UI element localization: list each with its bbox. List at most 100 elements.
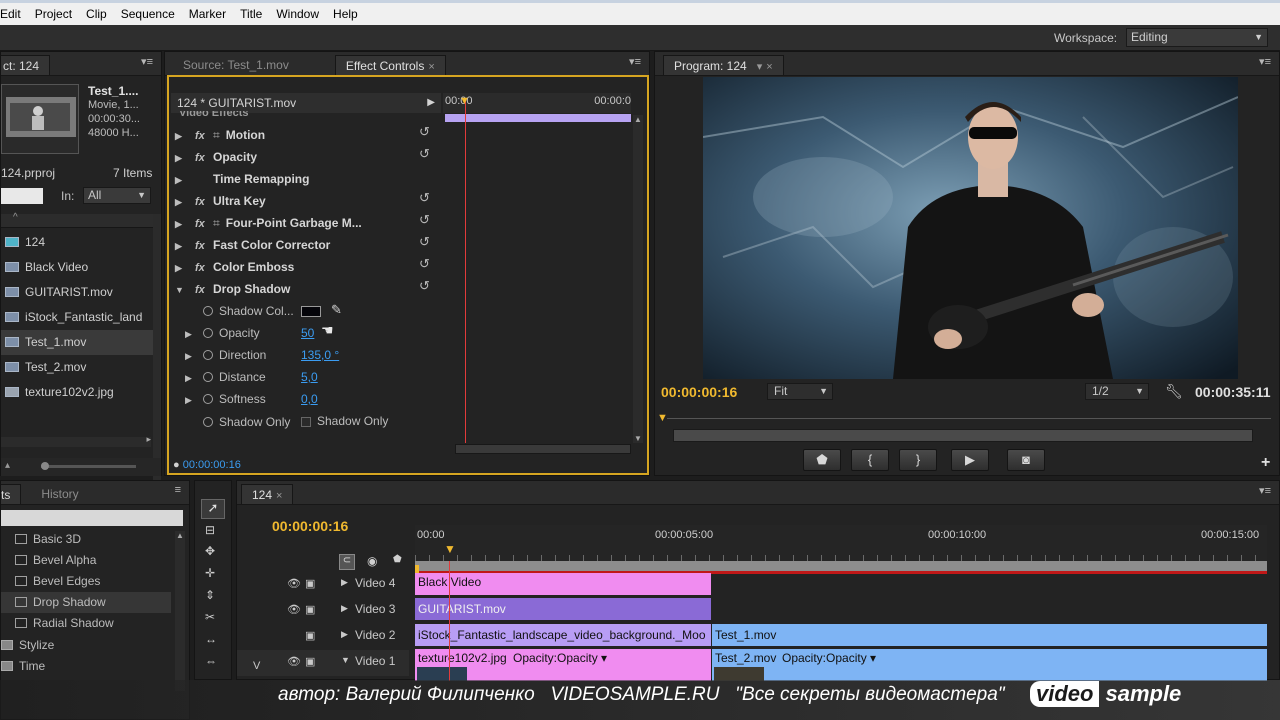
tab-effect-controls[interactable]: Effect Controls ×	[334, 55, 446, 75]
list-item[interactable]: Test_2.mov	[1, 355, 153, 380]
reset-icon[interactable]: ↺	[419, 212, 430, 228]
list-item[interactable]: Radial Shadow	[1, 613, 114, 634]
panel-menu-icon[interactable]: ▾≡	[629, 55, 641, 68]
add-button-icon[interactable]: +	[1261, 454, 1270, 472]
stopwatch-icon[interactable]	[203, 328, 213, 338]
expand-icon[interactable]: ▶	[341, 603, 348, 614]
list-item[interactable]: GUITARIST.mov	[1, 280, 153, 305]
menu-window[interactable]: Window	[269, 7, 326, 21]
clip-texture-fx[interactable]: Opacity:Opacity ▾	[513, 649, 607, 667]
clip-test2[interactable]: Test_2.mov Opacity:Opacity ▾	[712, 649, 1267, 681]
effect-row-motion[interactable]: ▶ fx ⌗ Motion	[171, 124, 265, 146]
effect-row-opacity[interactable]: ▶ fx Opacity	[171, 146, 257, 168]
clip-guitarist[interactable]: GUITARIST.mov	[415, 598, 711, 620]
reset-icon[interactable]: ↺	[419, 124, 430, 140]
add-marker-button[interactable]: ⬟	[803, 449, 841, 471]
clip-test1[interactable]: Test_1.mov	[712, 624, 1267, 646]
clip-istock[interactable]: iStock_Fantastic_landscape_video_backgro…	[415, 624, 711, 646]
effect-row-drop-shadow[interactable]: ▼ fx Drop Shadow	[171, 278, 290, 300]
expand-icon[interactable]: ▶	[185, 367, 197, 389]
expand-icon[interactable]: ▶	[341, 577, 348, 588]
zoom-out-icon[interactable]: ▴	[5, 460, 10, 471]
reset-icon[interactable]: ↺	[419, 190, 430, 206]
expand-icon[interactable]: ▶	[175, 147, 187, 169]
panel-menu-icon[interactable]: ▾≡	[1259, 484, 1271, 497]
clip-test2-fx[interactable]: Opacity:Opacity ▾	[782, 649, 876, 667]
ec-time-ruler[interactable]: 00:00 00:00:0	[443, 93, 631, 113]
expand-icon[interactable]: ▶	[185, 323, 197, 345]
eye-icon[interactable]: 👁︎	[287, 577, 301, 590]
fx-icon[interactable]: fx	[195, 125, 213, 147]
timeline-playhead-icon[interactable]: ▼	[444, 542, 456, 556]
shadow-only-checkbox[interactable]	[301, 417, 311, 427]
tab-history[interactable]: History	[31, 484, 88, 504]
menu-sequence[interactable]: Sequence	[114, 7, 182, 21]
menu-title[interactable]: Title	[233, 7, 269, 21]
menu-marker[interactable]: Marker	[182, 7, 233, 21]
close-icon[interactable]: ×	[766, 61, 772, 73]
scroll-down-icon[interactable]: ▼	[634, 434, 642, 443]
marker-icon[interactable]: ⬟	[393, 554, 402, 565]
panel-menu-icon[interactable]: ▾≡	[141, 55, 153, 68]
in-select[interactable]: All ▼	[83, 187, 151, 204]
program-video-frame[interactable]	[703, 77, 1238, 379]
expand-icon[interactable]: ▶	[341, 629, 348, 640]
stopwatch-icon[interactable]	[203, 372, 213, 382]
target-track-icon[interactable]: V	[253, 660, 260, 672]
stopwatch-icon[interactable]	[203, 350, 213, 360]
tab-project[interactable]: ct: 124	[1, 55, 51, 75]
film-icon[interactable]: ▣	[305, 577, 315, 590]
list-item-selected[interactable]: Drop Shadow	[1, 592, 171, 613]
direction-value[interactable]: 135,0 °	[301, 348, 339, 362]
expand-icon[interactable]: ▶	[185, 345, 197, 367]
tab-source[interactable]: Source: Test_1.mov	[173, 55, 299, 75]
program-time-ruler[interactable]	[667, 418, 1271, 419]
mark-out-button[interactable]: }	[899, 449, 937, 471]
play-button[interactable]: ▶	[951, 449, 989, 471]
reset-icon[interactable]: ↺	[419, 146, 430, 162]
stopwatch-icon[interactable]	[203, 417, 213, 427]
shadow-color-swatch[interactable]	[301, 306, 321, 317]
scroll-right-icon[interactable]: ▸	[146, 434, 151, 445]
list-item[interactable]: Bevel Edges	[1, 571, 100, 592]
ripple-edit-tool-icon[interactable]: ✥	[205, 544, 215, 558]
timeline-timecode[interactable]: 00:00:00:16	[272, 518, 348, 534]
expand-icon[interactable]: ▶	[175, 169, 187, 191]
expand-icon[interactable]: ▶	[175, 125, 187, 147]
horizontal-scrollbar[interactable]: ▸	[1, 434, 151, 447]
slip-tool-icon[interactable]: ↔	[205, 632, 217, 646]
list-item[interactable]: texture102v2.jpg	[1, 380, 153, 405]
film-icon[interactable]: ▣	[305, 629, 315, 642]
menu-project[interactable]: Project	[28, 7, 79, 21]
resolution-select[interactable]: 1/2 ▼	[1085, 383, 1149, 400]
zoom-slider[interactable]	[41, 465, 136, 468]
ec-playhead-icon[interactable]: ▼	[459, 95, 470, 107]
close-icon[interactable]: ×	[428, 61, 434, 73]
play-clip-icon[interactable]: ▶	[427, 93, 435, 113]
stopwatch-icon[interactable]	[203, 394, 213, 404]
fx-icon[interactable]: fx	[195, 257, 213, 279]
eyedropper-icon[interactable]: ✎	[331, 302, 342, 318]
folder-item[interactable]: Stylize	[1, 635, 54, 656]
effect-row-time-remapping[interactable]: ▶ Time Remapping	[171, 168, 309, 190]
list-item[interactable]: iStock_Fantastic_land	[1, 305, 153, 330]
close-icon[interactable]: ×	[276, 490, 282, 502]
list-item[interactable]: 124	[1, 230, 153, 255]
razor-tool-icon[interactable]: ✂	[205, 610, 215, 624]
reset-icon[interactable]: ↺	[419, 256, 430, 272]
effect-row-garbage-matte[interactable]: ▶ fx ⌗ Four-Point Garbage M...	[171, 212, 362, 234]
tab-effects[interactable]: ts	[1, 484, 22, 504]
ec-horizontal-scrollbar[interactable]	[455, 444, 631, 454]
expand-icon[interactable]: ▶	[175, 235, 187, 257]
clip-black-video[interactable]: Black Video	[415, 573, 711, 595]
panel-menu-icon[interactable]: ▾≡	[1259, 55, 1271, 68]
effects-search-input[interactable]	[1, 510, 183, 526]
work-area-bar[interactable]	[415, 561, 1267, 571]
tab-sequence[interactable]: 124 ×	[241, 484, 294, 504]
export-frame-button[interactable]: ◙	[1007, 449, 1045, 471]
ec-timecode[interactable]: ● 00:00:00:16	[173, 459, 241, 471]
folder-item[interactable]: Time	[1, 656, 45, 677]
mark-in-button[interactable]: {	[851, 449, 889, 471]
program-zoom-scrollbar[interactable]	[673, 429, 1253, 442]
opacity-value[interactable]: 50	[301, 326, 314, 340]
